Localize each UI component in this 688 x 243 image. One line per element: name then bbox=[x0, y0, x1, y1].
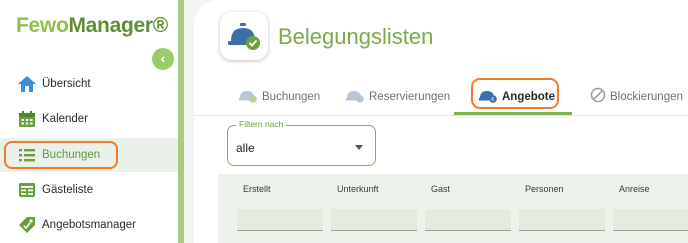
calendar-icon bbox=[17, 109, 37, 129]
tab-reservierungen[interactable]: Reservierungen bbox=[345, 80, 450, 114]
guest-list-icon bbox=[17, 180, 37, 200]
sidebar-item-label: Kalender bbox=[42, 113, 89, 125]
filter-input-erstellt[interactable] bbox=[237, 209, 323, 231]
sidebar-item-kalender[interactable]: Kalender bbox=[0, 102, 178, 136]
bell-check-icon bbox=[238, 87, 258, 108]
bell-list-icon bbox=[345, 87, 365, 108]
column-header-erstellt[interactable]: Erstellt bbox=[243, 184, 271, 194]
app-window: FewoManager® ‹ Übersicht Kalender Buchun… bbox=[0, 0, 688, 243]
logo: FewoManager® bbox=[16, 14, 168, 37]
highlight-ring bbox=[4, 141, 118, 169]
tab-buchungen[interactable]: Buchungen bbox=[238, 80, 320, 114]
block-icon bbox=[590, 87, 606, 108]
sidebar: FewoManager® ‹ Übersicht Kalender Buchun… bbox=[0, 0, 178, 243]
sidebar-item-uebersicht[interactable]: Übersicht bbox=[0, 67, 178, 101]
column-header-unterkunft[interactable]: Unterkunft bbox=[337, 184, 379, 194]
home-icon bbox=[17, 74, 37, 94]
tab-label: Blockierungen bbox=[610, 91, 683, 103]
filter-label: Filtern nach bbox=[236, 119, 287, 129]
sidebar-item-gaesteliste[interactable]: Gästeliste bbox=[0, 173, 178, 207]
filter-input-anreise[interactable] bbox=[613, 209, 688, 231]
column-header-anreise[interactable]: Anreise bbox=[619, 184, 650, 194]
column-header-personen[interactable]: Personen bbox=[525, 184, 564, 194]
sidebar-item-angebotsmanager[interactable]: Angebotsmanager bbox=[0, 208, 178, 242]
highlight-ring bbox=[471, 78, 559, 109]
filter-input-gast[interactable] bbox=[425, 209, 511, 231]
service-bell-check-icon bbox=[220, 12, 268, 60]
dropdown-arrow-icon[interactable] bbox=[355, 145, 363, 150]
sidebar-divider bbox=[178, 0, 184, 243]
sidebar-item-label: Gästeliste bbox=[42, 184, 94, 196]
tag-icon bbox=[17, 215, 37, 235]
filter-value: alle bbox=[236, 141, 255, 155]
column-header-gast[interactable]: Gast bbox=[431, 184, 450, 194]
filter-input-unterkunft[interactable] bbox=[331, 209, 417, 231]
tab-label: Buchungen bbox=[262, 91, 321, 103]
filter-input-personen[interactable] bbox=[519, 209, 605, 231]
page-title: Belegungslisten bbox=[278, 24, 434, 49]
sidebar-item-label: Übersicht bbox=[42, 78, 91, 90]
tab-blockierungen[interactable]: Blockierungen bbox=[590, 80, 683, 114]
tab-label: Reservierungen bbox=[369, 91, 451, 103]
sidebar-item-label: Angebotsmanager bbox=[42, 219, 136, 231]
active-tab-indicator bbox=[454, 112, 572, 115]
